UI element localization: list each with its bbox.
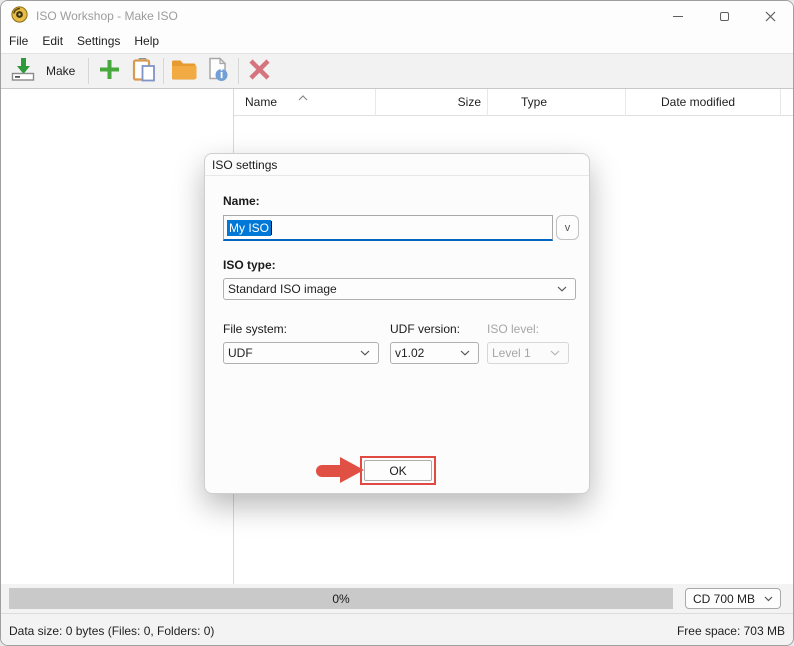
close-button[interactable] bbox=[747, 1, 793, 31]
column-header-size[interactable]: Size bbox=[376, 88, 488, 116]
toolbar-separator bbox=[88, 58, 90, 84]
iso-level-value: Level 1 bbox=[492, 346, 531, 360]
file-list-header: Name Size Type Date modified bbox=[234, 88, 793, 116]
iso-name-input[interactable]: My ISO bbox=[223, 215, 553, 241]
dialog-title-divider bbox=[205, 175, 589, 176]
iso-type-label: ISO type: bbox=[223, 258, 276, 272]
progress-bar: 0% bbox=[9, 588, 673, 609]
data-size-status: Data size: 0 bytes (Files: 0, Folders: 0… bbox=[9, 623, 215, 638]
menu-edit[interactable]: Edit bbox=[42, 32, 73, 52]
ok-button[interactable]: OK bbox=[364, 460, 432, 481]
file-system-value: UDF bbox=[228, 346, 253, 360]
name-history-button[interactable]: v bbox=[556, 215, 579, 240]
udf-version-select[interactable]: v1.02 bbox=[390, 342, 479, 364]
add-files-icon bbox=[98, 58, 121, 84]
chevron-down-icon bbox=[764, 596, 773, 601]
dialog-title: ISO settings bbox=[212, 158, 278, 172]
iso-type-select[interactable]: Standard ISO image bbox=[223, 278, 576, 300]
paste-icon bbox=[131, 57, 156, 85]
column-header-type[interactable]: Type bbox=[488, 88, 626, 116]
chevron-down-icon bbox=[460, 350, 470, 356]
source-tree-pane[interactable] bbox=[1, 89, 234, 584]
properties-icon bbox=[206, 57, 230, 85]
udf-version-value: v1.02 bbox=[395, 346, 425, 360]
delete-button[interactable] bbox=[242, 56, 276, 86]
app-disc-icon bbox=[11, 6, 28, 26]
chevron-down-icon bbox=[360, 350, 370, 356]
free-space-status: Free space: 703 MB bbox=[676, 623, 785, 638]
menu-help[interactable]: Help bbox=[134, 32, 169, 52]
title-bar: ISO Workshop - Make ISO bbox=[1, 1, 793, 31]
column-header-filler bbox=[781, 89, 793, 116]
open-folder-button[interactable] bbox=[167, 56, 201, 86]
sort-ascending-icon bbox=[298, 90, 308, 104]
udf-version-label: UDF version: bbox=[390, 322, 461, 336]
toolbar-separator bbox=[163, 58, 165, 84]
minimize-button[interactable] bbox=[655, 1, 701, 31]
file-system-select[interactable]: UDF bbox=[223, 342, 379, 364]
menu-settings[interactable]: Settings bbox=[77, 32, 130, 52]
menu-file[interactable]: File bbox=[9, 32, 38, 52]
maximize-icon bbox=[719, 11, 729, 21]
chevron-down-icon bbox=[550, 350, 560, 356]
iso-level-label: ISO level: bbox=[487, 322, 540, 336]
close-icon bbox=[765, 11, 775, 21]
make-icon bbox=[11, 57, 37, 85]
menu-bar: File Edit Settings Help bbox=[1, 31, 793, 53]
add-files-button[interactable] bbox=[92, 56, 126, 86]
column-header-name[interactable]: Name bbox=[234, 88, 376, 116]
make-button[interactable]: Make bbox=[7, 56, 85, 86]
iso-level-select: Level 1 bbox=[487, 342, 569, 364]
delete-icon bbox=[248, 58, 271, 84]
progress-percent-label: 0% bbox=[332, 591, 350, 606]
properties-button[interactable] bbox=[201, 56, 235, 86]
window-title: ISO Workshop - Make ISO bbox=[36, 9, 178, 23]
make-button-label: Make bbox=[46, 64, 76, 78]
iso-settings-dialog: ISO settings Name: My ISO v ISO type: St… bbox=[204, 153, 590, 494]
name-label: Name: bbox=[223, 194, 260, 208]
iso-type-value: Standard ISO image bbox=[228, 282, 337, 296]
open-folder-icon bbox=[171, 59, 197, 83]
text-caret bbox=[271, 220, 273, 235]
disc-capacity-select[interactable]: CD 700 MB bbox=[685, 588, 781, 609]
column-header-date-modified[interactable]: Date modified bbox=[626, 88, 781, 116]
paste-button[interactable] bbox=[126, 56, 160, 86]
app-window: ISO Workshop - Make ISO File Edit Settin… bbox=[0, 0, 794, 646]
progress-row: 0% CD 700 MB bbox=[1, 584, 793, 613]
file-system-label: File system: bbox=[223, 322, 288, 336]
minimize-icon bbox=[673, 15, 683, 17]
disc-capacity-value: CD 700 MB bbox=[693, 591, 756, 606]
maximize-button[interactable] bbox=[701, 1, 747, 31]
chevron-down-icon bbox=[557, 286, 567, 292]
toolbar: Make bbox=[1, 53, 793, 89]
selected-text: My ISO bbox=[227, 219, 272, 236]
status-bar: Data size: 0 bytes (Files: 0, Folders: 0… bbox=[1, 613, 793, 645]
annotation-arrow-icon bbox=[316, 457, 364, 484]
toolbar-separator bbox=[238, 58, 240, 84]
